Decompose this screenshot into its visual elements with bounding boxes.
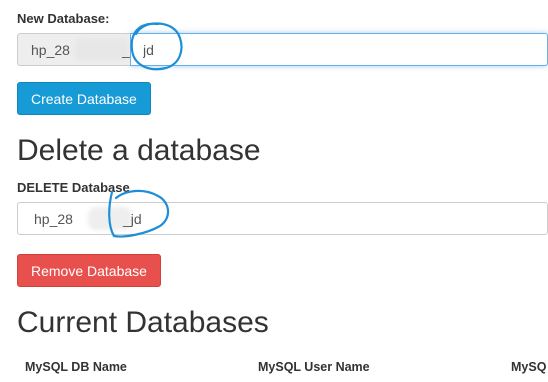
- delete-database-label: DELETE Database: [17, 180, 130, 195]
- delete-database-value-end: _jd: [123, 210, 142, 227]
- new-database-label: New Database:: [17, 11, 110, 26]
- database-prefix-addon: hp_28 _: [17, 33, 130, 66]
- remove-database-button[interactable]: Remove Database: [17, 254, 161, 287]
- delete-database-select[interactable]: hp_28 _jd: [17, 202, 548, 235]
- delete-database-heading: Delete a database: [17, 134, 261, 167]
- create-database-button[interactable]: Create Database: [17, 82, 151, 115]
- database-prefix-text: hp_28: [31, 41, 70, 58]
- new-database-name-input[interactable]: [130, 33, 548, 66]
- column-header-privileges[interactable]: MySQ: [511, 360, 546, 374]
- delete-database-value-start: hp_28: [34, 210, 73, 227]
- column-header-user-name[interactable]: MySQL User Name: [258, 360, 370, 374]
- database-prefix-separator: _: [122, 41, 130, 58]
- new-database-input-group: hp_28 _: [17, 33, 548, 66]
- column-header-db-name[interactable]: MySQL DB Name: [25, 360, 127, 374]
- current-databases-heading: Current Databases: [17, 306, 269, 339]
